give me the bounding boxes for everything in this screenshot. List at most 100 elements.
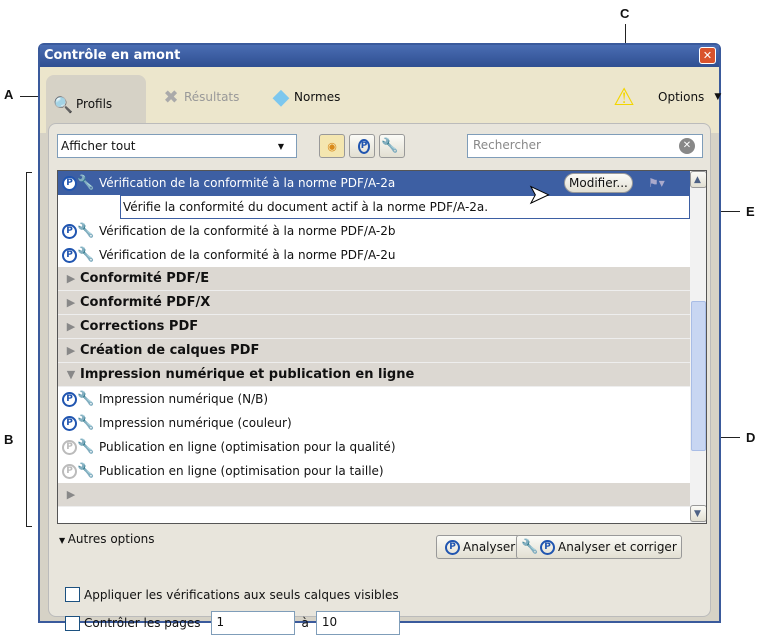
filter-dropdown[interactable]: Afficher tout ▼ (57, 134, 297, 158)
wrench-icon: 🔧 (77, 463, 95, 479)
wrench-icon: 🔧 (77, 223, 95, 239)
expand-icon: ▶ (66, 344, 76, 357)
wrench-icon: 🔧 (77, 247, 95, 263)
check-icon: P (358, 138, 370, 154)
callout-d: D (746, 430, 756, 445)
results-icon: ✖ (163, 86, 179, 108)
filter-value: Afficher tout (61, 139, 136, 153)
show-fixups-toggle[interactable]: 🔧 (379, 134, 405, 158)
check-icon: P (62, 247, 77, 263)
item-label: Vérification de la conformité à la norme… (99, 176, 396, 190)
check-icon: P (62, 415, 77, 431)
to-label: à (301, 616, 309, 630)
warning-icon: ⚠ (613, 83, 635, 111)
wrench-icon: 🔧 (77, 175, 95, 191)
window-title: Contrôle en amont (44, 48, 181, 63)
category-row[interactable]: ▶ Conformité PDF/X (58, 291, 690, 315)
show-profiles-toggle[interactable]: ◉ (319, 134, 345, 158)
flag-icon[interactable]: ⚑▾ (648, 176, 665, 190)
item-description: Vérifie la conformité du document actif … (120, 195, 690, 219)
check-icon: P (62, 223, 77, 239)
category-label: Impression numérique et publication en l… (80, 367, 415, 382)
diamond-icon: ◆ (272, 84, 290, 110)
visible-layers-option[interactable]: Appliquer les vérifications aux seuls ca… (65, 587, 399, 602)
search-input[interactable]: Rechercher (467, 134, 703, 158)
wrench-icon: 🔧 (77, 391, 95, 407)
category-label: Conformité PDF/X (80, 295, 211, 310)
clear-search-icon[interactable]: ✕ (679, 138, 695, 154)
collapse-icon: ▼ (66, 368, 76, 381)
tab-label: Profils (76, 97, 113, 111)
profiles-icon: 🔍 (53, 94, 73, 114)
tab-resultats[interactable]: ✖ Résultats (162, 75, 239, 119)
wrench-icon: 🔧 (77, 415, 95, 431)
list-item[interactable]: P 🔧 Vérification de la conformité à la nor… (58, 219, 690, 243)
callout-b: B (4, 432, 14, 447)
item-label: Impression numérique (couleur) (99, 416, 292, 430)
button-label: Analyser et corriger (558, 540, 677, 554)
check-icon: P (62, 391, 77, 407)
option-label: Contrôler les pages (84, 616, 201, 630)
close-button[interactable]: ✕ (699, 47, 716, 64)
callout-b-bracket (26, 172, 32, 527)
category-row-expanded[interactable]: ▼ Impression numérique et publication en … (58, 363, 690, 387)
analyze-fix-button[interactable]: 🔧 P Analyser et corriger (516, 535, 682, 559)
check-pages-option[interactable]: Contrôler les pages 1 à 10 (65, 611, 400, 635)
show-checks-toggle[interactable]: P (349, 134, 375, 158)
check-icon: P (540, 539, 555, 555)
button-label: Analyser (463, 540, 516, 554)
check-icon: P (62, 175, 77, 191)
callout-a: A (4, 87, 14, 102)
category-row[interactable]: ▶ Création de calques PDF (58, 339, 690, 363)
scroll-up-button[interactable]: ▲ (690, 171, 706, 188)
category-row[interactable]: ▶ Conformité PDF/E (58, 267, 690, 291)
check-pages-checkbox[interactable] (65, 615, 80, 631)
list-item[interactable]: P 🔧 Vérification de la conformité à la nor… (58, 243, 690, 267)
callout-c: C (620, 6, 630, 21)
category-row[interactable]: ▶ Corrections PDF (58, 315, 690, 339)
chevron-down-icon: ▼ (714, 92, 722, 102)
list-item[interactable]: P 🔧 Impression numérique (N/B) (58, 387, 690, 411)
list-item[interactable]: P 🔧 Publication en ligne (optimisation pou… (58, 435, 690, 459)
list-item-selected[interactable]: P 🔧 Vérification de la conformité à la no… (58, 171, 690, 195)
wrench-icon: 🔧 (381, 138, 399, 154)
page-to-input[interactable]: 10 (315, 611, 400, 635)
title-bar: Contrôle en amont ✕ (40, 45, 719, 67)
category-label: Conformité PDF/E (80, 271, 210, 286)
scroll-thumb[interactable] (691, 301, 706, 451)
list-item[interactable]: P 🔧 Publication en ligne (optimisation pou… (58, 459, 690, 483)
options-menu[interactable]: ⚠ Options ▼ (610, 75, 721, 119)
visible-layers-checkbox[interactable] (65, 587, 80, 602)
options-label: Options (658, 90, 705, 104)
expand-icon: ▶ (66, 296, 76, 309)
tab-normes[interactable]: ◆ Normes (272, 75, 341, 119)
mouse-cursor-icon: ➤ (528, 180, 551, 211)
wrench-icon: 🔧 (521, 539, 539, 555)
chevron-down-icon: ▼ (59, 536, 68, 545)
item-label: Impression numérique (N/B) (99, 392, 269, 406)
category-row-partial[interactable]: ▶ (58, 483, 690, 507)
wrench-icon: 🔧 (77, 439, 95, 455)
list-item[interactable]: P 🔧 Impression numérique (couleur) (58, 411, 690, 435)
check-icon: P (445, 539, 460, 555)
scrollbar[interactable]: ▲ ▼ (690, 171, 706, 523)
item-label: Vérification de la conformité à la norme… (99, 248, 396, 262)
expand-icon: ▶ (66, 488, 76, 501)
callout-e: E (746, 204, 755, 219)
category-label: Corrections PDF (80, 319, 199, 334)
check-icon: P (62, 463, 77, 479)
option-label: Appliquer les vérifications aux seuls ca… (84, 587, 399, 602)
expand-icon: ▶ (66, 272, 76, 285)
item-label: Publication en ligne (optimisation pour … (99, 440, 396, 454)
profile-list: P 🔧 Vérification de la conformité à la no… (57, 170, 707, 524)
page-from-input[interactable]: 1 (210, 611, 295, 635)
more-options-toggle[interactable]: ▼ Autres options (59, 532, 155, 546)
scroll-down-button[interactable]: ▼ (690, 505, 706, 522)
check-icon: P (62, 439, 77, 455)
item-label: Vérification de la conformité à la norme… (99, 224, 396, 238)
profiles-icon: ◉ (327, 139, 337, 153)
analyze-button[interactable]: P Analyser (436, 535, 521, 559)
edit-button[interactable]: Modifier... (564, 173, 633, 193)
tab-label: Résultats (184, 90, 240, 104)
tab-label: Normes (294, 90, 341, 104)
